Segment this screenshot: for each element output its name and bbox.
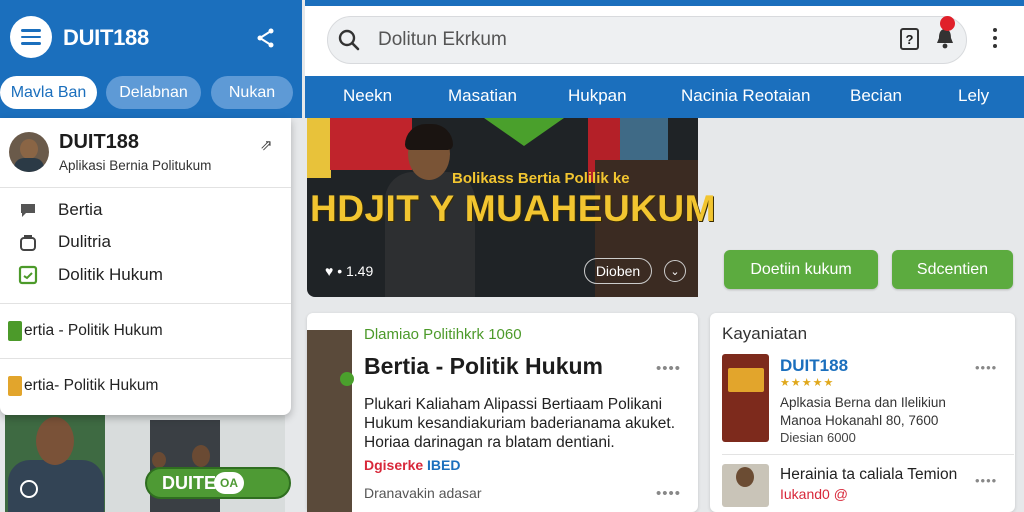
chip-0[interactable]: Mavla Ban	[0, 76, 97, 109]
article-thumbnail	[307, 330, 352, 512]
news-photo	[152, 452, 166, 468]
menu-item-2[interactable]: Dolitik Hukum	[18, 263, 163, 287]
photo-sign-chip: OA	[214, 472, 244, 494]
notification-badge	[940, 16, 955, 31]
yellow-doc-icon	[8, 376, 22, 396]
hero-image	[307, 118, 331, 178]
hero-headline: HDJIT Y MUAHEUKUM	[310, 188, 716, 229]
news-photo	[36, 417, 74, 465]
pin-icon[interactable]: ⇗	[260, 136, 273, 154]
list-item-thumbnail	[736, 467, 754, 487]
sub-item-label: ertia- Politik Hukum	[24, 377, 159, 394]
list-item-title[interactable]: DUIT188	[780, 356, 848, 376]
divider	[0, 358, 291, 359]
photo-sign-text: DUITE	[162, 473, 216, 493]
hero-image	[330, 118, 412, 170]
avatar	[340, 372, 354, 386]
tag-red[interactable]: Dgiserke	[364, 457, 423, 473]
chevron-down-icon[interactable]: ⌄	[664, 260, 686, 282]
app-title: DUIT188	[63, 25, 149, 50]
heart-icon[interactable]: ♥	[325, 263, 333, 279]
profile-name: DUIT188	[59, 131, 140, 153]
list-item-meta: Iukand0 @	[780, 486, 848, 502]
divider	[0, 303, 291, 304]
article-title[interactable]: Bertia - Politik Hukum	[364, 353, 603, 380]
profile-subtitle: Aplikasi Bernia Politukum	[59, 158, 212, 173]
tab-0[interactable]: Neekn	[343, 86, 392, 106]
more-options-icon[interactable]: ••••	[656, 485, 681, 502]
article-footer: Dranavakin adasar	[364, 485, 482, 501]
hero-stats: ♥ • 1.49	[325, 263, 373, 279]
list-item-desc: Aplkasia Berna dan Ilelikiun Manoa Hokan…	[780, 395, 946, 428]
sub-item-label: ertia - Politik Hukum	[24, 322, 163, 339]
hero-image	[620, 118, 668, 162]
tab-2[interactable]: Hukpan	[568, 86, 627, 106]
list-item-meta: Diesian 6000	[780, 430, 856, 445]
divider	[722, 454, 1014, 455]
app-thumbnail	[728, 368, 764, 392]
more-options-icon[interactable]: ••••	[975, 360, 997, 375]
menu-item-0[interactable]: Bertia	[18, 198, 102, 222]
tag-blue[interactable]: IBED	[427, 457, 460, 473]
share-icon[interactable]	[256, 27, 276, 49]
list-item-title[interactable]: Herainia ta caliala Temion	[780, 466, 957, 484]
chip-1[interactable]: Delabnan	[106, 76, 201, 109]
search-value[interactable]: Dolitun Ekrkum	[378, 29, 507, 51]
tab-3[interactable]: Nacinia Reotaian	[681, 86, 810, 106]
logo-icon	[20, 480, 38, 498]
sub-item-1[interactable]: ertia- Politik Hukum	[8, 375, 158, 397]
tab-1[interactable]: Masatian	[448, 86, 517, 106]
article-body: Plukari Kaliaham Alipassi Bertiaam Polik…	[364, 396, 676, 451]
side-title: Kayaniatan	[722, 324, 808, 343]
calendar-icon	[18, 265, 38, 285]
search-icon[interactable]	[337, 28, 361, 52]
help-icon[interactable]: ?	[900, 28, 919, 50]
tab-4[interactable]: Becian	[850, 86, 902, 106]
news-photo	[192, 445, 210, 467]
chip-2[interactable]: Nukan	[211, 76, 293, 109]
menu-item-label: Dulitria	[58, 232, 111, 251]
secondary-action-button[interactable]: Sdcentien	[892, 250, 1013, 289]
divider	[0, 187, 291, 188]
avatar[interactable]	[9, 132, 49, 172]
article-kicker: Dlamiao Politihkrk 1060	[364, 326, 522, 343]
green-doc-icon	[8, 321, 22, 341]
more-options-icon[interactable]: ••••	[656, 360, 681, 377]
rating-stars: ★★★★★	[780, 377, 835, 389]
more-options-icon[interactable]: ••••	[975, 473, 997, 488]
hero-headline-small: Bolikass Bertia Polilik ke	[452, 170, 630, 187]
hero-button[interactable]: Dioben	[584, 258, 652, 284]
nav-bar	[305, 76, 1024, 118]
menu-button[interactable]	[10, 16, 52, 58]
menu-item-label: Dolitik Hukum	[58, 265, 163, 284]
tab-5[interactable]: Lely	[958, 86, 989, 106]
article-tags: Dgiserke IBED	[364, 457, 461, 473]
sub-item-0[interactable]: ertia - Politik Hukum	[8, 320, 163, 342]
more-options-icon[interactable]	[991, 28, 999, 50]
primary-action-button[interactable]: Doetiin kukum	[724, 250, 878, 289]
like-count: • 1.49	[337, 263, 374, 279]
hamburger-icon	[21, 27, 41, 47]
menu-item-label: Bertia	[58, 200, 103, 219]
chat-icon	[21, 204, 35, 217]
bag-icon	[20, 235, 36, 251]
menu-item-1[interactable]: Dulitria	[18, 230, 111, 254]
